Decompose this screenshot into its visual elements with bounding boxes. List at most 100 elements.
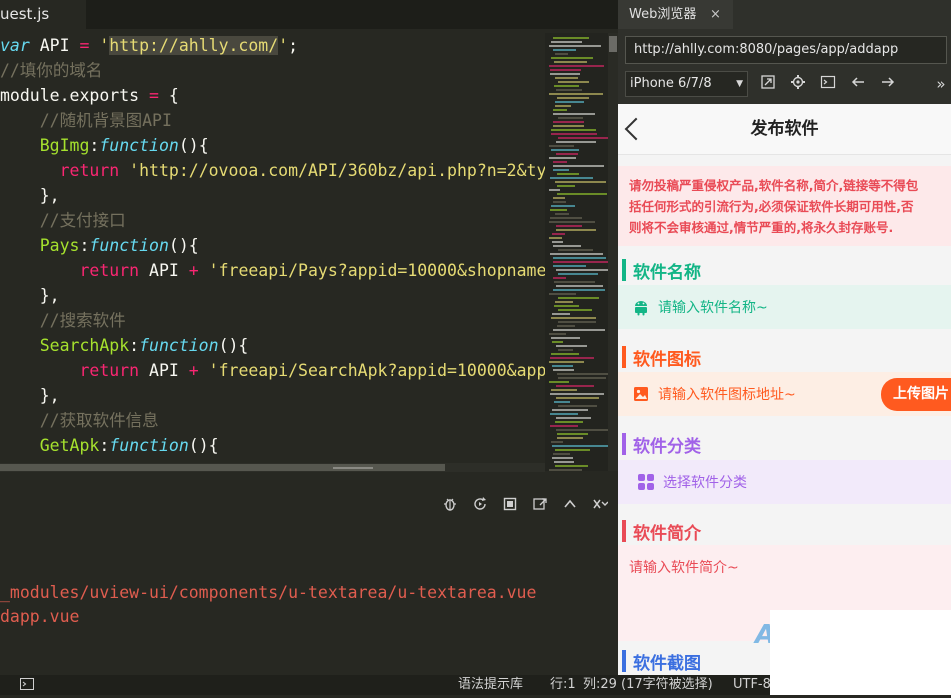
code-line[interactable]: }, bbox=[0, 183, 60, 208]
export-icon[interactable] bbox=[532, 496, 548, 512]
code-line[interactable]: BgImg:function(){ bbox=[0, 133, 209, 158]
caret-down-icon: ▼ bbox=[736, 79, 743, 89]
minimap-line bbox=[555, 77, 578, 79]
arrow-left-icon[interactable] bbox=[848, 74, 868, 94]
code-line[interactable]: SearchApk:function(){ bbox=[0, 333, 249, 358]
minimap-line bbox=[556, 397, 599, 399]
code-line[interactable]: //随机背景图API bbox=[0, 108, 172, 133]
code-line[interactable]: var API = 'http://ahlly.com/'; bbox=[0, 33, 298, 58]
minimap-line bbox=[549, 469, 582, 471]
code-token: return bbox=[59, 161, 120, 180]
minimap-line bbox=[556, 225, 582, 227]
arrow-right-icon[interactable] bbox=[878, 74, 898, 94]
code-line[interactable]: //填你的域名 bbox=[0, 58, 102, 83]
minimap-line bbox=[553, 121, 584, 123]
minimap-line bbox=[552, 365, 573, 367]
minimap-line bbox=[549, 93, 603, 95]
app-name-input[interactable]: 请输入软件名称~ bbox=[618, 285, 951, 329]
console-line[interactable]: dapp.vue bbox=[0, 607, 79, 626]
code-line[interactable]: //支付接口 bbox=[0, 208, 126, 233]
stop-icon[interactable] bbox=[502, 496, 518, 512]
minimap-line bbox=[556, 229, 596, 231]
minimap-line bbox=[550, 413, 578, 415]
minimap-line bbox=[549, 145, 574, 147]
minimap-line bbox=[553, 289, 605, 291]
minimap-line bbox=[554, 281, 595, 283]
minimap-line bbox=[551, 317, 596, 319]
code-line[interactable]: GetApk:function(){ bbox=[0, 433, 219, 458]
minimap-line bbox=[551, 441, 563, 443]
minimap-line bbox=[555, 301, 573, 303]
minimap-line bbox=[553, 329, 605, 331]
console-icon[interactable] bbox=[818, 74, 838, 94]
more-tools-icon[interactable]: » bbox=[931, 74, 951, 94]
code-token: : bbox=[99, 436, 110, 455]
close-panel-icon[interactable] bbox=[592, 496, 609, 512]
minimap-line bbox=[552, 409, 588, 411]
code-line[interactable]: }, bbox=[0, 283, 60, 308]
console-line[interactable]: _modules/uview-ui/components/u-textarea/… bbox=[0, 583, 536, 602]
code-editor[interactable]: var API = 'http://ahlly.com/'; //填你的域名 mod… bbox=[0, 33, 545, 463]
code-line[interactable]: Pays:function(){ bbox=[0, 233, 199, 258]
code-line[interactable]: return 'http://ovooa.com/API/360bz/api.p… bbox=[0, 158, 545, 183]
close-icon[interactable]: × bbox=[710, 0, 721, 29]
code-line[interactable]: return API + 'freeapi/SearchApk?appid=10… bbox=[0, 358, 545, 383]
category-select[interactable]: 选择软件分类 bbox=[618, 460, 951, 504]
code-token: module.exports bbox=[0, 86, 150, 105]
cursor-line[interactable]: 行:1 bbox=[550, 675, 576, 695]
cursor-column[interactable]: 列:29 (17字符被选择) bbox=[583, 675, 713, 695]
rotate-icon[interactable] bbox=[758, 74, 778, 94]
minimap-line bbox=[553, 37, 589, 39]
upload-image-button[interactable]: 上传图片 bbox=[881, 378, 951, 411]
minimap-line bbox=[553, 161, 567, 163]
minimap-line bbox=[556, 385, 594, 387]
collapse-up-icon[interactable] bbox=[562, 496, 578, 512]
restart-icon[interactable] bbox=[472, 496, 488, 512]
url-input[interactable]: http://ahlly.com:8080/pages/app/addapp bbox=[625, 36, 947, 64]
encoding[interactable]: UTF-8 bbox=[733, 675, 771, 695]
editor-vertical-scroll-thumb[interactable] bbox=[609, 36, 617, 52]
section-title-intro: 软件简介 bbox=[622, 520, 701, 544]
section-title-icon: 软件图标 bbox=[622, 346, 701, 370]
bug-icon[interactable] bbox=[442, 496, 458, 512]
app-intro-placeholder: 请输入软件简介~ bbox=[629, 560, 739, 576]
minimap-line bbox=[558, 117, 583, 119]
minimap-line bbox=[550, 393, 604, 395]
gear-icon[interactable] bbox=[788, 74, 808, 94]
editor-vertical-scrollbar[interactable] bbox=[608, 33, 618, 471]
code-token: 'http://ovooa.com/API/360bz/api.php?n=2&… bbox=[129, 161, 545, 180]
code-line[interactable]: return API + 'freeapi/Pays?appid=10000&s… bbox=[0, 258, 545, 283]
minimap-line bbox=[553, 109, 567, 111]
minimap[interactable] bbox=[545, 33, 609, 471]
minimap-line bbox=[551, 129, 596, 131]
section-title-label: 软件截图 bbox=[633, 653, 701, 674]
minimap-line bbox=[553, 453, 570, 455]
code-line[interactable]: //获取软件信息 bbox=[0, 408, 159, 433]
minimap-line bbox=[558, 309, 592, 311]
editor-horizontal-scroll-thumb[interactable] bbox=[0, 464, 445, 471]
code-token: API bbox=[139, 361, 189, 380]
code-line[interactable]: //搜索软件 bbox=[0, 308, 126, 333]
editor-tab-request-js[interactable]: uest.js bbox=[0, 0, 86, 29]
code-token: 'freeapi/Pays?appid=10000&shopname=' bbox=[208, 261, 545, 280]
code-token: GetApk bbox=[0, 436, 100, 455]
device-select[interactable]: iPhone 6/7/8 ▼ bbox=[625, 71, 748, 97]
minimap-line bbox=[553, 277, 566, 279]
section-title-label: 软件名称 bbox=[633, 262, 701, 283]
minimap-line bbox=[553, 113, 595, 115]
code-token: function bbox=[99, 136, 179, 155]
section-title-label: 软件图标 bbox=[633, 349, 701, 370]
minimap-line bbox=[554, 61, 587, 63]
section-accent-bar bbox=[622, 259, 626, 281]
minimap-line bbox=[554, 461, 574, 463]
minimap-line bbox=[551, 149, 579, 151]
syntax-library-button[interactable]: 语法提示库 bbox=[458, 675, 523, 695]
minimap-line bbox=[558, 405, 597, 407]
code-line[interactable]: module.exports = { bbox=[0, 83, 179, 108]
minimap-line bbox=[555, 101, 584, 103]
minimap-line bbox=[550, 69, 581, 71]
code-token: : bbox=[79, 236, 90, 255]
code-line[interactable]: }, bbox=[0, 383, 60, 408]
